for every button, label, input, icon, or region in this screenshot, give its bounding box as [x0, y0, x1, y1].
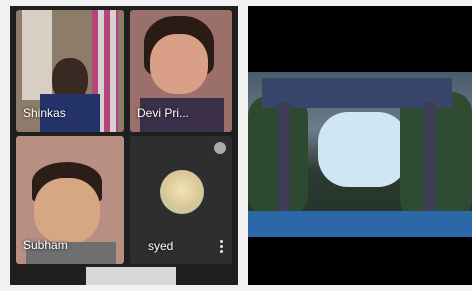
more-vert-icon[interactable] — [220, 240, 224, 254]
self-view-thumbnail[interactable] — [86, 267, 176, 285]
participant-name: Subham — [23, 238, 68, 252]
participant-name: Devi Pri... — [137, 106, 190, 120]
photo-sky — [318, 112, 408, 187]
photo-wall — [248, 211, 472, 237]
photo-gate-post — [278, 102, 290, 222]
photo-trees — [400, 92, 472, 220]
tile-background — [22, 10, 52, 100]
participant-tile-1[interactable]: Shinkas — [16, 10, 124, 132]
participant-video — [150, 34, 208, 94]
participant-tile-4[interactable]: syed — [130, 136, 232, 264]
participant-name: Shinkas — [23, 106, 66, 120]
mic-icon — [214, 142, 226, 154]
shared-screen — [248, 6, 472, 285]
call-grid: Shinkas Devi Pri... Subham syed — [10, 6, 238, 285]
photo-gate-post — [424, 102, 436, 222]
participant-tile-3[interactable]: Subham — [16, 136, 124, 264]
participant-name: syed — [148, 239, 174, 253]
participant-tile-2[interactable]: Devi Pri... — [130, 10, 232, 132]
avatar — [160, 170, 204, 214]
shared-photo — [248, 72, 472, 237]
participant-video — [34, 178, 100, 244]
